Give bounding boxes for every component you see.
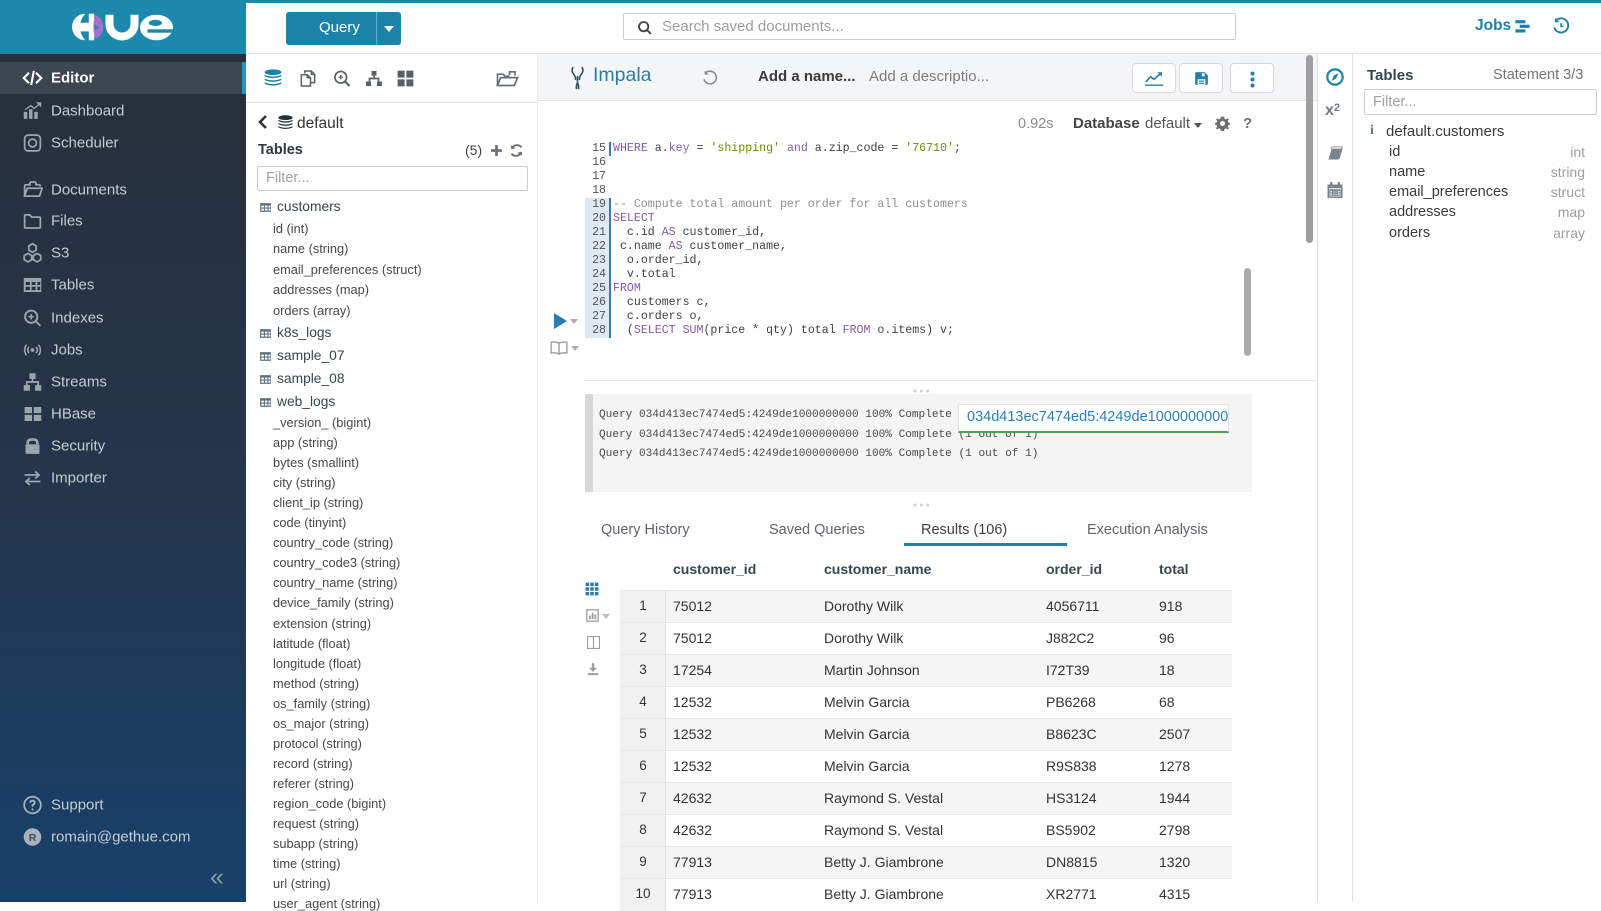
svg-text:R: R — [29, 832, 37, 844]
